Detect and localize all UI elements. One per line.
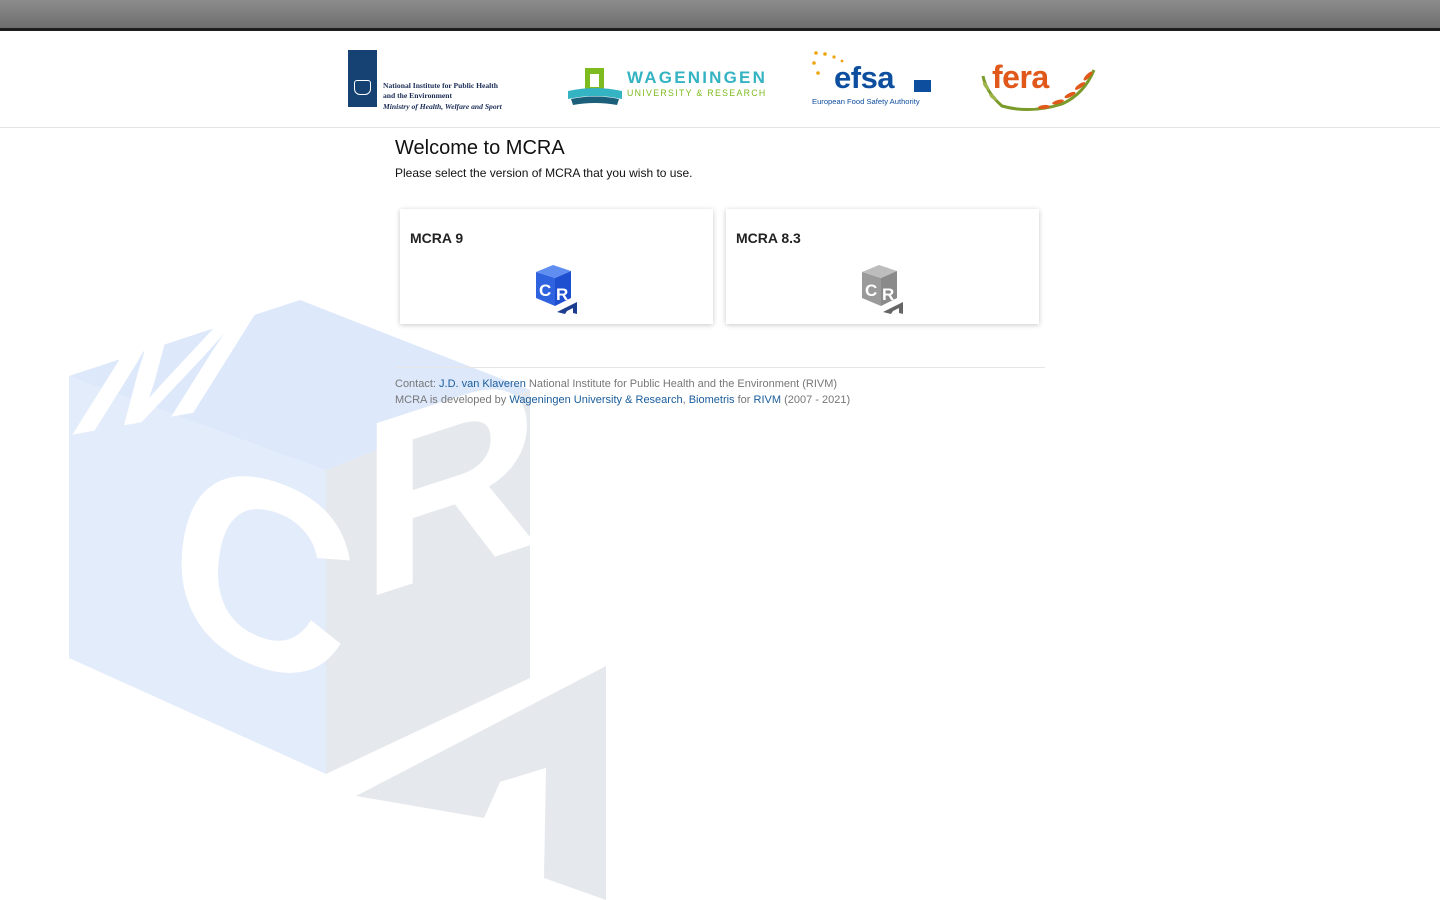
svg-text:C: C	[539, 281, 551, 300]
footer-dev-for: for	[737, 394, 751, 406]
version-card-title: MCRA 9	[410, 230, 464, 246]
mcra-cube-icon-gray: C R	[862, 265, 903, 314]
wageningen-logo-name: WAGENINGEN	[627, 68, 768, 87]
footer-dev-separator: ,	[682, 394, 686, 406]
fera-logo-name: fera	[992, 59, 1049, 95]
svg-text:C: C	[865, 281, 877, 300]
footer: Contact: J.D. van Klaveren National Inst…	[395, 376, 850, 408]
footer-dev-years: (2007 - 2021)	[784, 394, 851, 406]
svg-text:R: R	[882, 285, 894, 304]
footer-contact-line: Contact: J.D. van Klaveren National Inst…	[395, 376, 850, 392]
eu-flag-icon	[914, 80, 931, 92]
mcra-cube-icon-blue: C R	[536, 265, 577, 314]
footer-developer-line: MCRA is developed by Wageningen Universi…	[395, 392, 850, 408]
page-subtitle: Please select the version of MCRA that y…	[395, 166, 693, 180]
contact-name-link[interactable]: J.D. van Klaveren	[439, 378, 526, 390]
wageningen-logo[interactable]: WAGENINGEN UNIVERSITY & RESEARCH	[567, 67, 772, 107]
footer-divider	[395, 367, 1045, 368]
rivm-logo-line3: Ministry of Health, Welfare and Sport	[383, 101, 502, 111]
version-card-mcra-8-3[interactable]: MCRA 8.3 C R	[726, 209, 1039, 324]
page-title: Welcome to MCRA	[395, 137, 565, 159]
footer-contact-prefix: Contact:	[395, 378, 436, 390]
wageningen-link[interactable]: Wageningen University & Research	[509, 394, 682, 406]
partner-logo-bar: National Institute for Public Health and…	[0, 31, 1440, 128]
version-card-title: MCRA 8.3	[736, 230, 801, 246]
version-card-mcra-9[interactable]: MCRA 9 C R	[400, 209, 713, 324]
footer-dev-prefix: MCRA is developed by	[395, 394, 507, 406]
biometris-link[interactable]: Biometris	[689, 394, 735, 406]
crest-icon	[354, 80, 371, 95]
rivm-logo-line1: National Institute for Public Health	[383, 81, 499, 90]
footer-contact-org: National Institute for Public Health and…	[528, 378, 838, 390]
rivm-logo-bar	[348, 50, 377, 107]
efsa-logo-name: efsa	[834, 60, 895, 95]
top-bar	[0, 0, 1440, 31]
rivm-logo-line2: and the Environment	[383, 91, 453, 101]
rivm-logo[interactable]: National Institute for Public Health and…	[348, 50, 518, 111]
wageningen-logo-sub: UNIVERSITY & RESEARCH	[627, 88, 767, 98]
svg-text:R: R	[556, 285, 568, 304]
rivm-link[interactable]: RIVM	[754, 394, 782, 406]
fera-logo[interactable]: fera	[980, 59, 1098, 114]
efsa-logo[interactable]: efsa European Food Safety Authority	[812, 51, 934, 111]
efsa-logo-sub: European Food Safety Authority	[812, 97, 920, 106]
wageningen-emblem-icon	[568, 68, 622, 105]
